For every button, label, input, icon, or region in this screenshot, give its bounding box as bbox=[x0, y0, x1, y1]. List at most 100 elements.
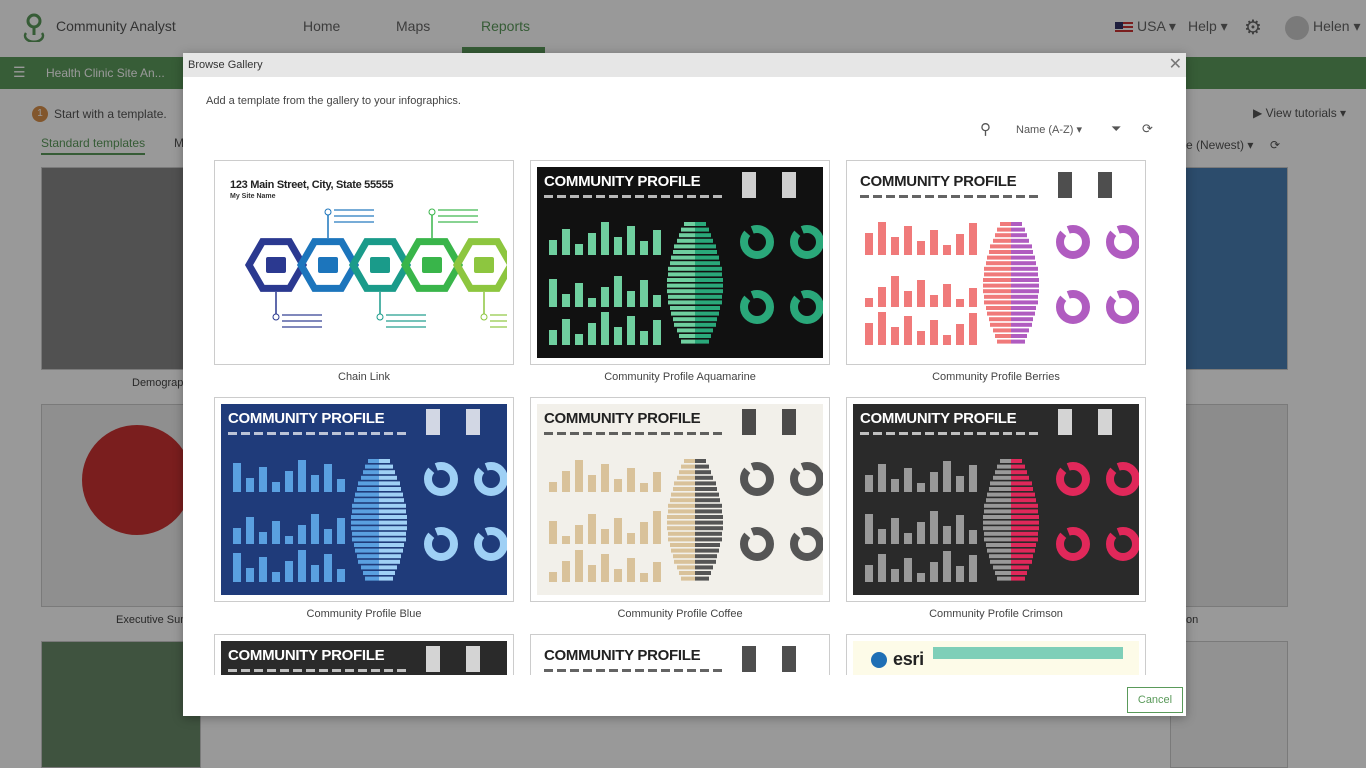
refresh-icon[interactable]: ⟳ bbox=[1142, 121, 1153, 137]
pyramid-bar-right bbox=[695, 503, 722, 508]
pyramid-bar-right bbox=[695, 283, 723, 288]
thumbnail-art bbox=[544, 172, 823, 345]
connector-dot bbox=[480, 313, 488, 321]
template-card[interactable]: COMMUNITY PROFILE Community Profile Crims… bbox=[846, 397, 1146, 620]
text-line bbox=[386, 326, 426, 328]
stat-value bbox=[977, 195, 986, 198]
template-thumbnail[interactable]: esri bbox=[846, 634, 1146, 675]
pyramid-bar-right bbox=[1011, 498, 1036, 503]
pyramid-bar-left bbox=[668, 300, 695, 305]
bar bbox=[324, 529, 332, 544]
template-card[interactable]: My Site Name 123 Main Street, City, State… bbox=[214, 160, 514, 383]
stat-value bbox=[596, 669, 605, 672]
stat-value bbox=[912, 195, 921, 198]
stat-value bbox=[254, 669, 263, 672]
stat-value bbox=[687, 669, 696, 672]
pyramid-bar-right bbox=[379, 559, 400, 564]
template-thumbnail[interactable]: COMMUNITY PROFILE bbox=[214, 397, 514, 602]
stat-value bbox=[293, 669, 302, 672]
pyramid-bar-right bbox=[695, 509, 722, 514]
template-name[interactable]: Community Profile Coffee bbox=[530, 608, 830, 620]
template-thumbnail[interactable]: COMMUNITY PROFILE bbox=[530, 160, 830, 365]
pyramid-bar-right bbox=[695, 459, 706, 463]
pyramid-bar-left bbox=[681, 576, 695, 581]
pyramid-bar-left bbox=[1000, 222, 1011, 226]
pyramid-bar-left bbox=[667, 283, 695, 288]
thumbnail-art bbox=[860, 172, 1139, 345]
bar bbox=[904, 468, 912, 492]
bar bbox=[233, 463, 241, 492]
pyramid-bar-right bbox=[695, 339, 709, 344]
template-card[interactable]: COMMUNITY PROFILE bbox=[530, 634, 830, 675]
pyramid-bar-left bbox=[352, 531, 379, 536]
search-icon[interactable]: ⚲ bbox=[980, 120, 991, 138]
pyramid-bar-left bbox=[358, 481, 379, 486]
pyramid-bar-left bbox=[351, 515, 379, 519]
bar bbox=[549, 330, 557, 345]
pyramid-bar-left bbox=[997, 576, 1011, 581]
pyramid-bar-left bbox=[677, 475, 695, 480]
template-thumbnail[interactable]: COMMUNITY PROFILE bbox=[846, 160, 1146, 365]
pyramid-bar-right bbox=[695, 515, 723, 519]
stat-value bbox=[267, 432, 276, 435]
bar bbox=[562, 561, 570, 582]
template-card[interactable]: esri bbox=[846, 634, 1146, 675]
donut-chart bbox=[474, 462, 507, 496]
stat-value bbox=[938, 195, 947, 198]
pyramid-bar-left bbox=[990, 322, 1011, 327]
pyramid-bar-left bbox=[989, 250, 1011, 254]
bar bbox=[575, 550, 583, 582]
bar bbox=[614, 518, 622, 544]
stat-value bbox=[886, 195, 895, 198]
person-icon bbox=[782, 172, 796, 198]
bar bbox=[891, 237, 899, 255]
template-name[interactable]: Community Profile Aquamarine bbox=[530, 371, 830, 383]
bar bbox=[285, 561, 293, 582]
bar bbox=[259, 557, 267, 582]
pyramid-bar-left bbox=[354, 543, 379, 547]
person-icon bbox=[466, 409, 480, 435]
stat-value bbox=[371, 432, 380, 435]
template-name[interactable]: Community Profile Crimson bbox=[846, 608, 1146, 620]
template-card[interactable]: COMMUNITY PROFILE bbox=[214, 634, 514, 675]
category-icon bbox=[318, 257, 338, 273]
pyramid-bar-left bbox=[984, 509, 1011, 514]
template-thumbnail[interactable]: COMMUNITY PROFILE bbox=[846, 397, 1146, 602]
pyramid-bar-left bbox=[993, 475, 1011, 480]
donut-chart bbox=[740, 290, 774, 324]
pyramid-bar-left bbox=[674, 481, 695, 486]
template-name[interactable]: Chain Link bbox=[214, 371, 514, 383]
stat-value bbox=[886, 432, 895, 435]
bar bbox=[653, 472, 661, 492]
filter-icon[interactable]: ⏷ bbox=[1111, 121, 1121, 137]
donut-chart bbox=[1106, 290, 1139, 324]
template-thumbnail[interactable]: COMMUNITY PROFILE bbox=[530, 634, 830, 675]
template-card[interactable]: COMMUNITY PROFILE Community Profile Coffe… bbox=[530, 397, 830, 620]
bar bbox=[930, 230, 938, 255]
bar bbox=[904, 226, 912, 255]
sort-dropdown[interactable]: Name (A-Z) ▾ bbox=[1016, 123, 1082, 136]
thumbnail-title: COMMUNITY PROFILE bbox=[860, 410, 1017, 427]
cancel-button[interactable]: Cancel bbox=[1127, 687, 1183, 713]
template-card[interactable]: COMMUNITY PROFILE Community Profile Blue bbox=[214, 397, 514, 620]
bar bbox=[865, 233, 873, 255]
bar bbox=[878, 287, 886, 307]
pyramid-bar-right bbox=[1011, 334, 1027, 338]
pyramid-bar-right bbox=[379, 571, 395, 575]
template-name[interactable]: Community Profile Blue bbox=[214, 608, 514, 620]
close-icon[interactable]: ✕ bbox=[1169, 53, 1182, 77]
template-gallery[interactable]: My Site Name 123 Main Street, City, State… bbox=[214, 160, 1154, 675]
template-thumbnail[interactable]: My Site Name 123 Main Street, City, State… bbox=[214, 160, 514, 365]
stat-value bbox=[280, 669, 289, 672]
template-card[interactable]: COMMUNITY PROFILE Community Profile Berri… bbox=[846, 160, 1146, 383]
pyramid-bar-left bbox=[984, 531, 1011, 536]
template-name[interactable]: Community Profile Berries bbox=[846, 371, 1146, 383]
bar bbox=[640, 331, 648, 345]
pyramid-bar-right bbox=[1011, 531, 1038, 536]
stat-value bbox=[306, 432, 315, 435]
bar bbox=[891, 569, 899, 582]
template-thumbnail[interactable]: COMMUNITY PROFILE bbox=[214, 634, 514, 675]
template-thumbnail[interactable]: COMMUNITY PROFILE bbox=[530, 397, 830, 602]
bar bbox=[588, 565, 596, 582]
template-card[interactable]: COMMUNITY PROFILE Community Profile Aquam… bbox=[530, 160, 830, 383]
